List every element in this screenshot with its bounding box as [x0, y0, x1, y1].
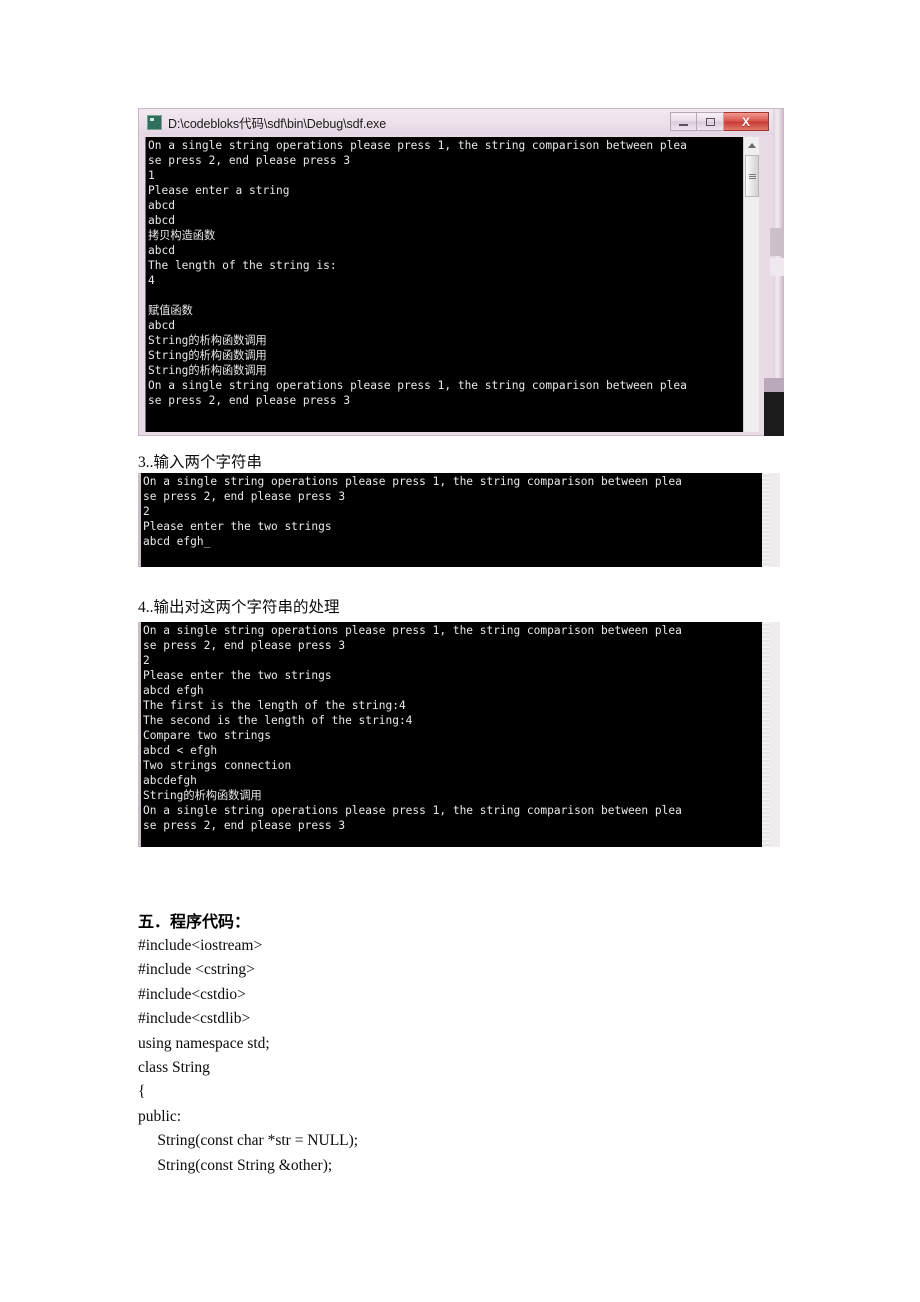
code-section-heading: 五．程序代码：: [138, 914, 251, 931]
caption-section-4: 4..输出对这两个字符串的处理: [138, 599, 340, 616]
page-artifact-6: [770, 622, 780, 847]
code-line: #include<cstdlib>: [138, 1010, 251, 1028]
code-line: String(const String &other);: [138, 1156, 333, 1174]
code-line: {: [138, 1083, 146, 1101]
maximize-button[interactable]: [697, 112, 724, 131]
console-output-area-1: On a single string operations please pre…: [145, 137, 759, 432]
code-line: String(const char *str = NULL);: [138, 1132, 359, 1150]
page-artifact-4: [764, 392, 784, 436]
code-line: #include <cstring>: [138, 961, 255, 979]
code-block: #include<iostream> #include <cstring> #i…: [138, 934, 558, 1178]
code-line: public:: [138, 1107, 182, 1125]
page-artifact-1: [770, 228, 784, 256]
window-title: D:\codebloks代码\sdf\bin\Debug\sdf.exe: [168, 116, 387, 131]
scroll-up-arrow-icon[interactable]: [744, 137, 759, 153]
code-line: #include<cstdio>: [138, 985, 246, 1003]
caption-section-3: 3..输入两个字符串: [138, 454, 263, 471]
window-controls[interactable]: X: [670, 112, 769, 131]
console-text-1: On a single string operations please pre…: [148, 139, 687, 407]
page-artifact-5: [770, 473, 780, 567]
console-app-icon: [147, 114, 162, 130]
console-window-3: On a single string operations please pre…: [138, 622, 778, 847]
console-text-3: On a single string operations please pre…: [143, 624, 682, 832]
console-window-1[interactable]: D:\codebloks代码\sdf\bin\Debug\sdf.exe X O…: [138, 108, 784, 436]
code-line: using namespace std;: [138, 1034, 270, 1052]
scrollbar-thumb[interactable]: [745, 155, 759, 197]
page-artifact-2: [770, 258, 784, 276]
code-line: class String: [138, 1059, 210, 1077]
console-window-2: On a single string operations please pre…: [138, 473, 778, 567]
close-button[interactable]: X: [724, 112, 769, 131]
minimize-button[interactable]: [670, 112, 697, 131]
console-text-2: On a single string operations please pre…: [143, 475, 682, 548]
window-titlebar[interactable]: D:\codebloks代码\sdf\bin\Debug\sdf.exe X: [139, 109, 783, 135]
code-line: #include<iostream>: [138, 937, 263, 954]
console-scrollbar[interactable]: [743, 137, 759, 432]
